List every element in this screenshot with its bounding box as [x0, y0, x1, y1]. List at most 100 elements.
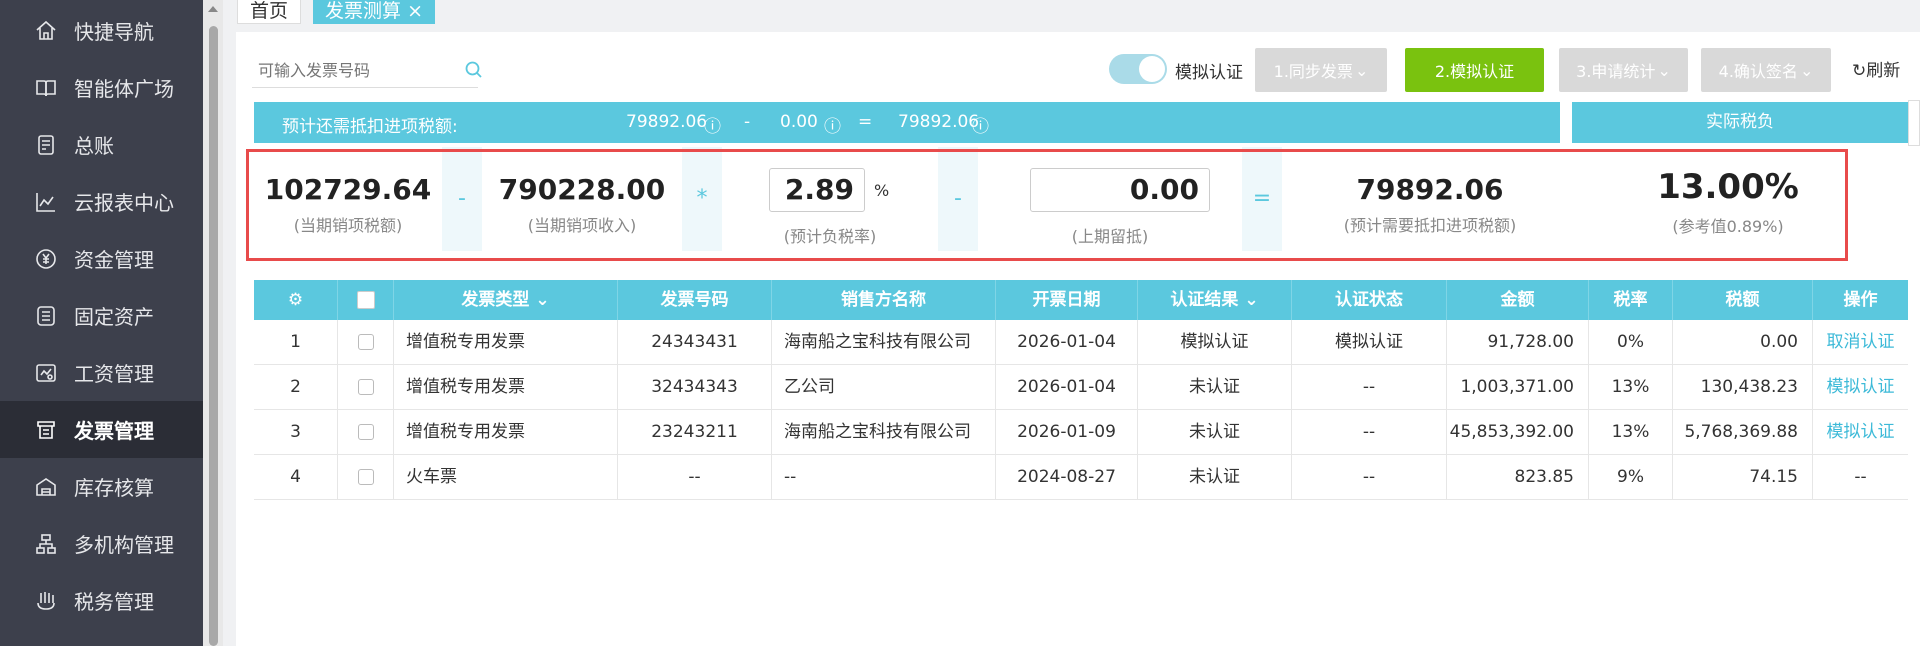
- tab-invoice-calc[interactable]: 发票测算 ×: [313, 0, 435, 24]
- row-amount: 45,853,392.00: [1447, 410, 1589, 455]
- step-simulate-auth-button[interactable]: 2.模拟认证: [1405, 48, 1544, 92]
- header-label: 认证结果: [1170, 290, 1239, 310]
- row-auth-status: --: [1292, 365, 1447, 410]
- toggle-label: 模拟认证: [1175, 63, 1243, 83]
- sidebar-item-agent-square[interactable]: 智能体广场: [0, 59, 203, 116]
- toggle-knob: [1139, 56, 1165, 82]
- header-issue-date: 开票日期: [996, 280, 1138, 320]
- org-icon: [34, 532, 58, 556]
- header-seller-name: 销售方名称: [772, 280, 996, 320]
- step-label: 3.申请统计: [1576, 62, 1656, 81]
- header-label: 发票类型: [461, 290, 530, 310]
- header-operation: 操作: [1843, 290, 1878, 310]
- row-checkbox[interactable]: [357, 334, 374, 350]
- sidebar-item-label: 资金管理: [74, 248, 154, 272]
- sidebar-item-salary[interactable]: 工资管理: [0, 344, 203, 401]
- tab-invoice-calc-label: 发票测算: [325, 0, 402, 22]
- sidebar-item-fixed-assets[interactable]: 固定资产: [0, 287, 203, 344]
- search-input[interactable]: [258, 58, 448, 82]
- row-operation-cell: 取消认证: [1813, 320, 1908, 365]
- row-checkbox-cell: [338, 455, 394, 500]
- row-tax-amount: 5,768,369.88: [1673, 410, 1813, 455]
- row-invoice-number: 23243211: [618, 410, 772, 455]
- row-checkbox[interactable]: [357, 379, 374, 395]
- refresh-button[interactable]: ↻刷新: [1852, 56, 1900, 81]
- book-icon: [34, 76, 58, 100]
- sidebar-item-tax[interactable]: 税务管理: [0, 572, 203, 629]
- warehouse-icon: [34, 475, 58, 499]
- row-index: 2: [254, 365, 338, 410]
- row-index: 3: [254, 410, 338, 455]
- row-auth-status: --: [1292, 410, 1447, 455]
- help-icon[interactable]: ⓘ: [972, 112, 989, 137]
- row-checkbox[interactable]: [357, 424, 374, 440]
- sidebar-item-label: 发票管理: [74, 419, 154, 443]
- table-row[interactable]: 2 增值税专用发票 32434343 乙公司 2026-01-04 未认证 --…: [254, 365, 1908, 410]
- row-auth-result: 未认证: [1138, 365, 1292, 410]
- row-operation-cell: 模拟认证: [1813, 410, 1908, 455]
- sidebar-item-label: 工资管理: [74, 362, 154, 386]
- step-apply-stats-button[interactable]: 3.申请统计 ⌄: [1559, 48, 1688, 92]
- column-settings-icon[interactable]: ⚙: [254, 280, 338, 320]
- sidebar-item-report-center[interactable]: 云报表中心: [0, 173, 203, 230]
- scrollbar-thumb[interactable]: [209, 26, 218, 646]
- help-icon[interactable]: ⓘ: [704, 112, 721, 137]
- row-seller-name: --: [772, 455, 996, 500]
- header-tax-amount: 税额: [1673, 280, 1813, 320]
- step-label: 2.模拟认证: [1434, 62, 1515, 81]
- summary-value-3: 79892.06: [898, 112, 980, 132]
- sidebar-item-invoice[interactable]: 发票管理: [0, 401, 203, 458]
- row-invoice-number: 32434343: [618, 365, 772, 410]
- row-amount: 823.85: [1447, 455, 1589, 500]
- table-row[interactable]: 3 增值税专用发票 23243211 海南船之宝科技有限公司 2026-01-0…: [254, 410, 1908, 455]
- sidebar-item-general-ledger[interactable]: 总账: [0, 116, 203, 173]
- row-checkbox-cell: [338, 410, 394, 455]
- refresh-label: 刷新: [1866, 61, 1901, 81]
- header-auth-result[interactable]: 认证结果 ⌄: [1138, 280, 1292, 320]
- tab-home[interactable]: 首页: [237, 0, 302, 24]
- step-confirm-sign-button[interactable]: 4.确认签名 ⌄: [1701, 48, 1831, 92]
- row-issue-date: 2024-08-27: [996, 455, 1138, 500]
- header-tax-rate: 税率: [1589, 280, 1673, 320]
- simulate-auth-link[interactable]: 模拟认证: [1827, 422, 1895, 442]
- sidebar-item-funds[interactable]: 资金管理: [0, 230, 203, 287]
- collapse-handle[interactable]: [1908, 100, 1920, 146]
- sidebar-scrollbar[interactable]: [203, 0, 223, 646]
- simulate-auth-toggle[interactable]: [1109, 54, 1167, 84]
- sidebar-item-multi-org[interactable]: 多机构管理: [0, 515, 203, 572]
- sidebar-item-label: 云报表中心: [74, 191, 174, 215]
- summary-op-2: =: [858, 112, 873, 132]
- simulate-auth-link[interactable]: 模拟认证: [1827, 377, 1895, 397]
- header-auth-status: 认证状态: [1292, 280, 1447, 320]
- search-icon[interactable]: [464, 60, 484, 80]
- help-icon[interactable]: ⓘ: [824, 112, 841, 137]
- summary-op-1: -: [744, 112, 751, 132]
- select-all-checkbox[interactable]: [356, 291, 375, 309]
- scroll-up-arrow-icon[interactable]: [208, 6, 218, 12]
- header-invoice-type[interactable]: 发票类型 ⌄: [394, 280, 618, 320]
- row-tax-amount: 0.00: [1673, 320, 1813, 365]
- summary-value-2: 0.00: [780, 112, 818, 132]
- row-auth-result: 模拟认证: [1138, 320, 1292, 365]
- chevron-down-icon: ⌄: [1657, 60, 1671, 80]
- row-issue-date: 2026-01-04: [996, 320, 1138, 365]
- row-invoice-type: 增值税专用发票: [394, 410, 618, 455]
- row-checkbox[interactable]: [357, 469, 374, 485]
- summary-bar: 预计还需抵扣进项税额: 79892.06 ⓘ - 0.00 ⓘ = 79892.…: [254, 102, 1560, 143]
- close-icon[interactable]: ×: [407, 0, 423, 22]
- row-invoice-type: 火车票: [394, 455, 618, 500]
- step-sync-invoice-button[interactable]: 1.同步发票 ⌄: [1255, 48, 1387, 92]
- row-operation-cell: --: [1813, 455, 1908, 500]
- cancel-auth-link[interactable]: 取消认证: [1827, 332, 1895, 352]
- sidebar-item-label: 固定资产: [74, 305, 154, 329]
- row-seller-name: 乙公司: [772, 365, 996, 410]
- summary-value-1: 79892.06: [626, 112, 708, 132]
- row-tax-rate: 13%: [1589, 365, 1673, 410]
- sidebar-item-quick-nav[interactable]: 快捷导航: [0, 2, 203, 59]
- row-amount: 91,728.00: [1447, 320, 1589, 365]
- row-tax-rate: 0%: [1589, 320, 1673, 365]
- sidebar-item-inventory[interactable]: 库存核算: [0, 458, 203, 515]
- table-row[interactable]: 1 增值税专用发票 24343431 海南船之宝科技有限公司 2026-01-0…: [254, 320, 1908, 365]
- table-row[interactable]: 4 火车票 -- -- 2024-08-27 未认证 -- 823.85 9% …: [254, 455, 1908, 500]
- ledger-icon: [34, 133, 58, 157]
